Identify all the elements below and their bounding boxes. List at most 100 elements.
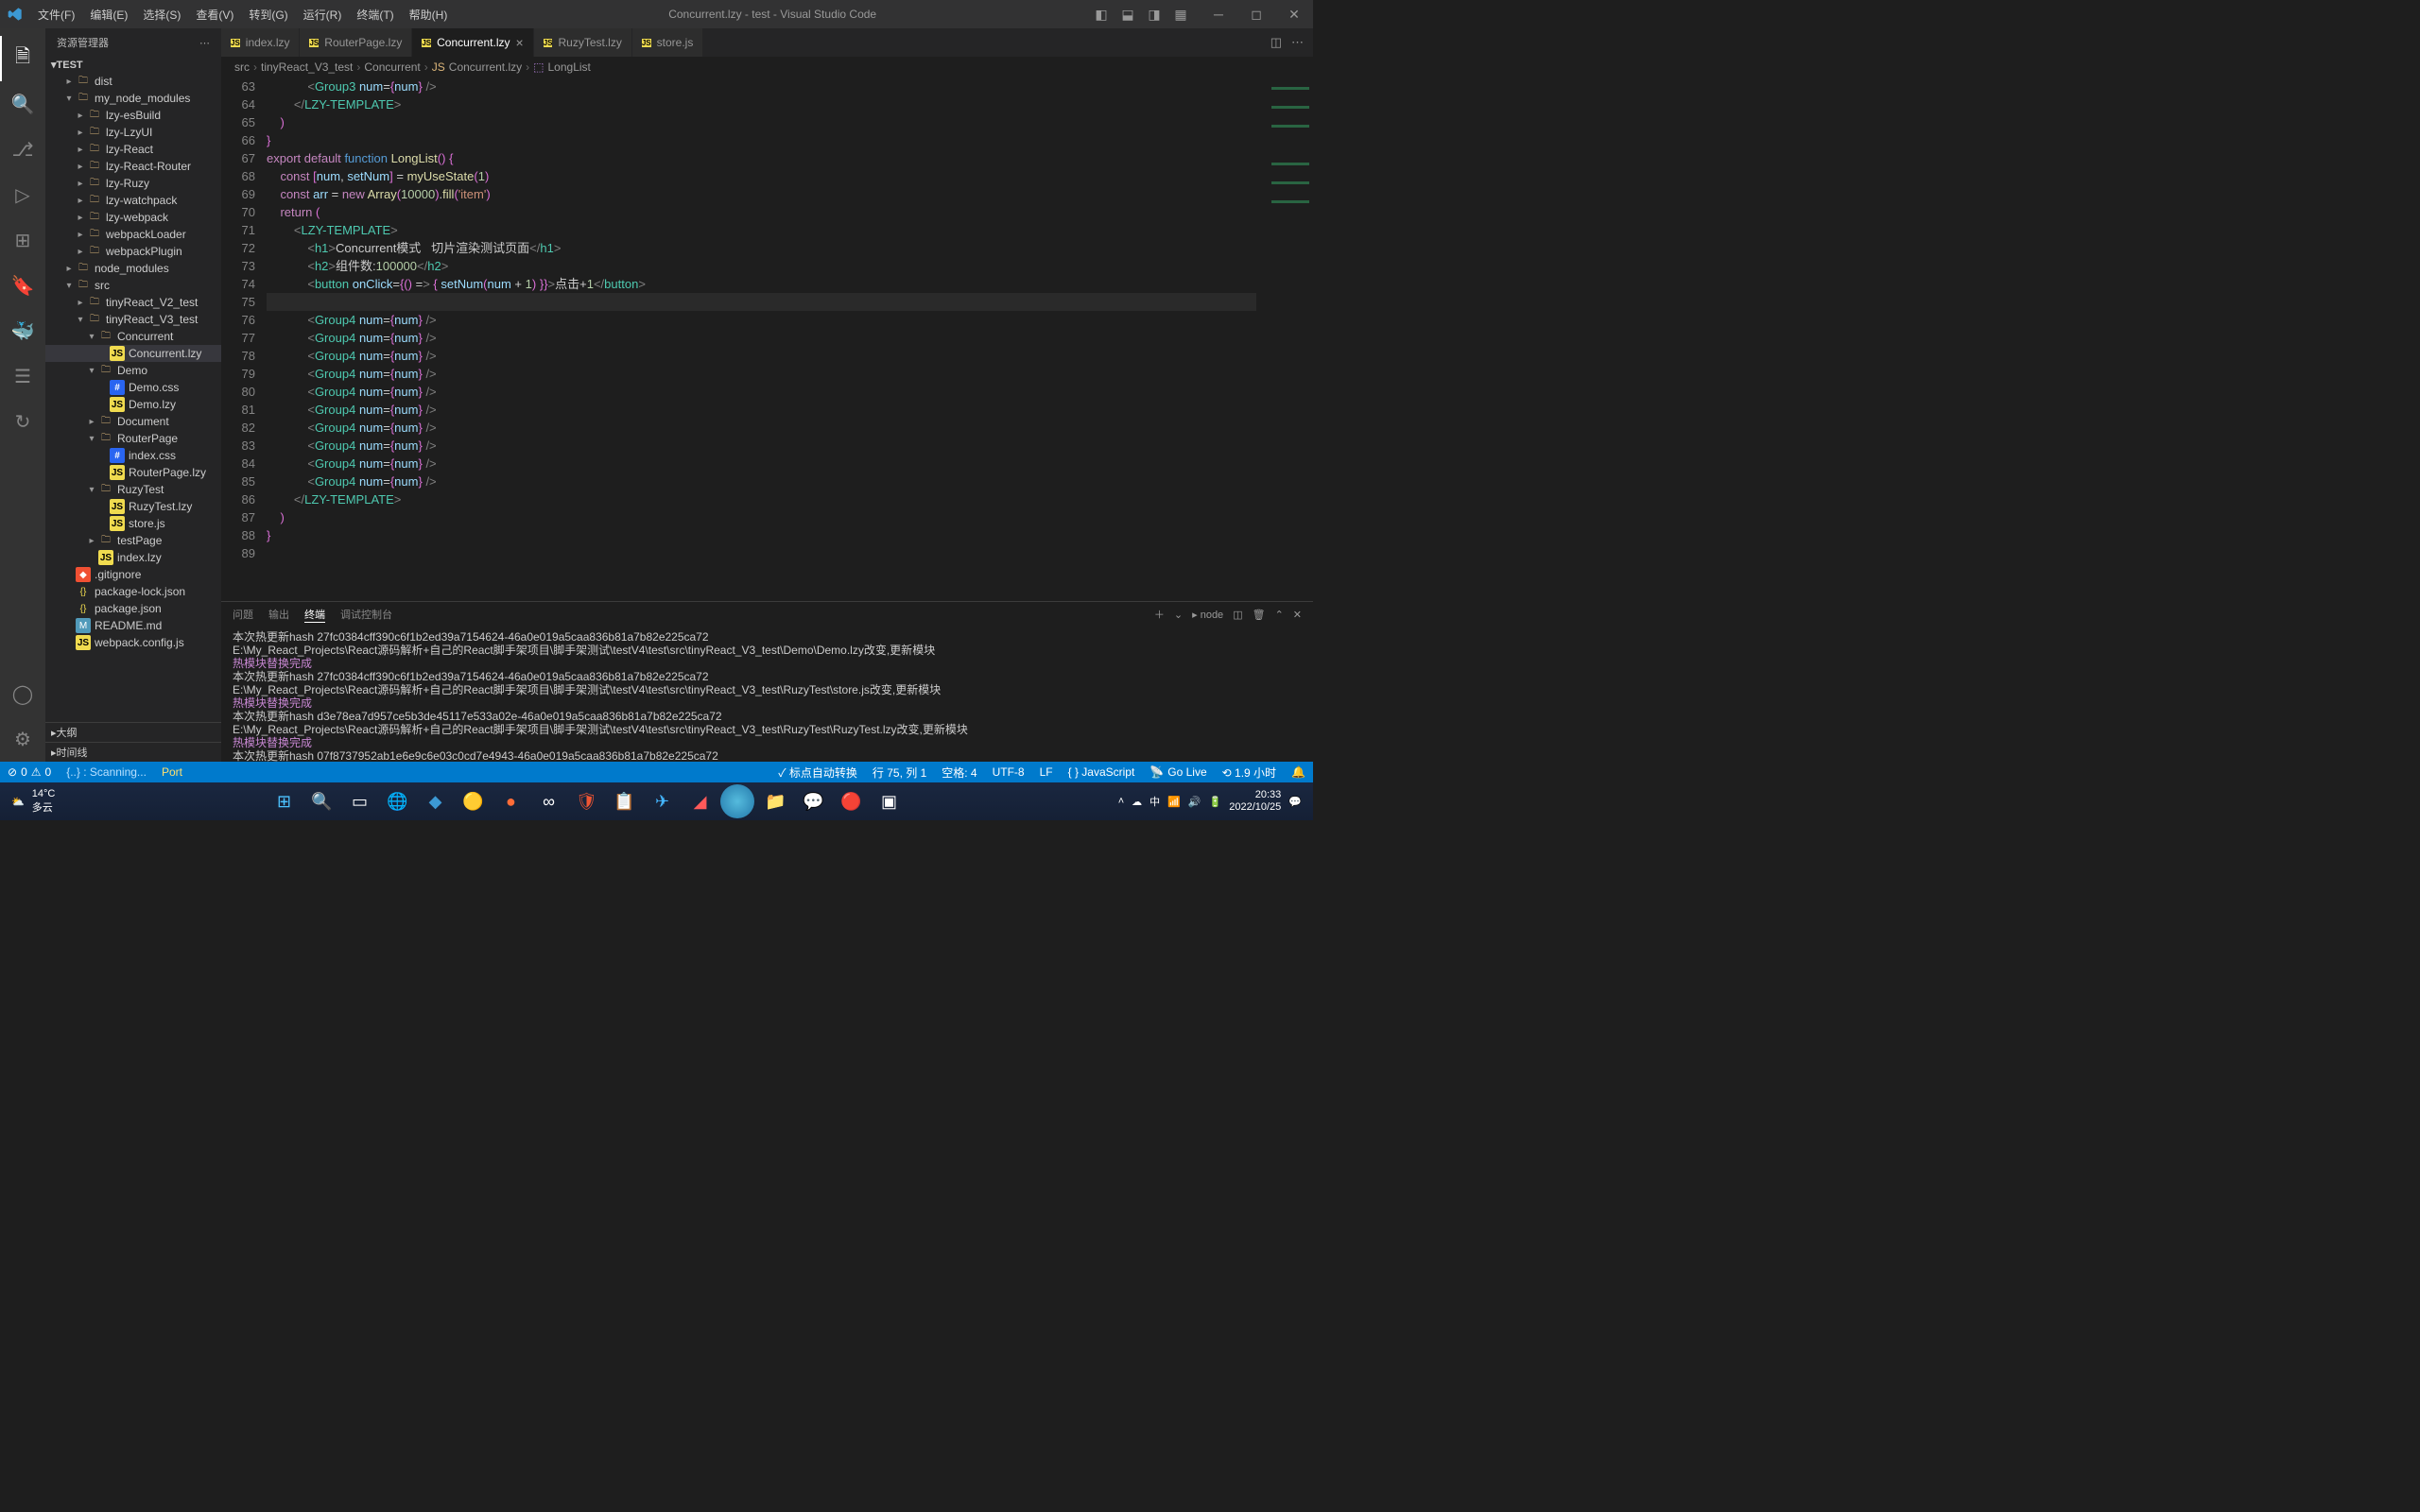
tree-item-package-json[interactable]: {}package.json — [45, 600, 221, 617]
start-button[interactable]: ⊞ — [267, 784, 301, 818]
toggle-panel-right-icon[interactable]: ◨ — [1143, 0, 1166, 28]
editor-more-icon[interactable]: ⋯ — [1291, 35, 1304, 50]
activity-docker[interactable]: 🐳 — [0, 308, 45, 353]
customize-layout-icon[interactable]: ▦ — [1169, 0, 1192, 28]
tree-item-concurrent-lzy[interactable]: JSConcurrent.lzy — [45, 345, 221, 362]
menu-edit[interactable]: 编辑(E) — [82, 0, 135, 28]
tree-item-lzy-lzyui[interactable]: ▸🗀lzy-LzyUI — [45, 124, 221, 141]
panel-tab-output[interactable]: 输出 — [268, 607, 289, 622]
search-button[interactable]: 🔍 — [304, 784, 338, 818]
menu-selection[interactable]: 选择(S) — [135, 0, 188, 28]
terminal-label[interactable]: ▸ node — [1192, 609, 1223, 621]
new-terminal-icon[interactable]: ＋ — [1154, 607, 1165, 622]
tree-item-document[interactable]: ▸🗀Document — [45, 413, 221, 430]
activity-account[interactable]: ◯ — [0, 671, 45, 716]
terminal-dropdown-icon[interactable]: ⌄ — [1174, 609, 1183, 621]
status-spaces[interactable]: 空格: 4 — [934, 762, 984, 782]
status-encoding[interactable]: UTF-8 — [985, 762, 1032, 782]
minimize-button[interactable]: ─ — [1200, 0, 1237, 28]
tree-item-dist[interactable]: ▸🗀dist — [45, 73, 221, 90]
tree-item-lzy-esbuild[interactable]: ▸🗀lzy-esBuild — [45, 107, 221, 124]
activity-history[interactable]: ↻ — [0, 399, 45, 444]
split-terminal-icon[interactable]: ◫ — [1233, 609, 1242, 621]
close-panel-icon[interactable]: ✕ — [1293, 609, 1302, 621]
tray-wifi-icon[interactable]: 📶 — [1167, 796, 1181, 808]
chrome2-icon[interactable]: 🔴 — [834, 784, 868, 818]
tray-notification-icon[interactable]: 💬 — [1288, 796, 1302, 808]
tree-item-webpackplugin[interactable]: ▸🗀webpackPlugin — [45, 243, 221, 260]
minimap[interactable] — [1256, 77, 1313, 601]
status-scanning[interactable]: {..} : Scanning... — [59, 762, 154, 782]
tree-item-node_modules[interactable]: ▸🗀node_modules — [45, 260, 221, 277]
tree-item-package-lock-json[interactable]: {}package-lock.json — [45, 583, 221, 600]
menu-view[interactable]: 查看(V) — [188, 0, 241, 28]
toggle-panel-bottom-icon[interactable]: ⬓ — [1116, 0, 1139, 28]
tree-item-ruzytest-lzy[interactable]: JSRuzyTest.lzy — [45, 498, 221, 515]
close-tab-icon[interactable]: × — [516, 35, 524, 50]
tab-concurrent-lzy[interactable]: JSConcurrent.lzy× — [412, 28, 533, 57]
tree-item-ruzytest[interactable]: ▾🗀RuzyTest — [45, 481, 221, 498]
tree-item-lzy-react[interactable]: ▸🗀lzy-React — [45, 141, 221, 158]
status-golive[interactable]: 📡 Go Live — [1142, 762, 1214, 782]
activity-settings[interactable]: ⚙ — [0, 716, 45, 762]
app-icon-4[interactable]: ✈ — [645, 784, 679, 818]
tab-store-js[interactable]: JSstore.js — [632, 28, 703, 57]
tree-item-lzy-ruzy[interactable]: ▸🗀lzy-Ruzy — [45, 175, 221, 192]
tab-index-lzy[interactable]: JSindex.lzy — [221, 28, 300, 57]
status-time-tracking[interactable]: ⟲ 1.9 小时 — [1215, 762, 1284, 782]
taskbar-clock[interactable]: 20:33 2022/10/25 — [1229, 789, 1281, 814]
tree-item-demo[interactable]: ▾🗀Demo — [45, 362, 221, 379]
activity-bookmark[interactable]: 🔖 — [0, 263, 45, 308]
panel-tab-debug-console[interactable]: 调试控制台 — [340, 607, 392, 622]
menu-file[interactable]: 文件(F) — [30, 0, 82, 28]
app-icon-5[interactable]: ◢ — [683, 784, 717, 818]
panel-tab-problems[interactable]: 问题 — [233, 607, 253, 622]
tree-item-store-js[interactable]: JSstore.js — [45, 515, 221, 532]
activity-search[interactable]: 🔍 — [0, 81, 45, 127]
menu-run[interactable]: 运行(R) — [296, 0, 350, 28]
activity-stack[interactable]: ☰ — [0, 353, 45, 399]
tree-item-tinyreact_v2_test[interactable]: ▸🗀tinyReact_V2_test — [45, 294, 221, 311]
toggle-panel-left-icon[interactable]: ◧ — [1090, 0, 1113, 28]
edge-icon[interactable]: 🌐 — [380, 784, 414, 818]
maximize-panel-icon[interactable]: ⌃ — [1275, 609, 1284, 621]
workspace-root[interactable]: ▾TEST — [45, 57, 221, 73]
tree-item-my_node_modules[interactable]: ▾🗀my_node_modules — [45, 90, 221, 107]
terminal-output[interactable]: 本次热更新hash 27fc0384cff390c6f1b2ed39a71546… — [221, 627, 1313, 762]
tree-item-testpage[interactable]: ▸🗀testPage — [45, 532, 221, 549]
tree-item-index-css[interactable]: #index.css — [45, 447, 221, 464]
split-editor-icon[interactable]: ◫ — [1270, 35, 1282, 50]
tree-item-webpack-config-js[interactable]: JSwebpack.config.js — [45, 634, 221, 651]
tab-routerpage-lzy[interactable]: JSRouterPage.lzy — [300, 28, 412, 57]
menu-terminal[interactable]: 终端(T) — [349, 0, 401, 28]
tree-item--gitignore[interactable]: ◆.gitignore — [45, 566, 221, 583]
tree-item-src[interactable]: ▾🗀src — [45, 277, 221, 294]
timeline-section[interactable]: ▸时间线 — [45, 742, 221, 762]
tray-ime-icon[interactable]: 中 — [1150, 794, 1160, 809]
app-icon-2[interactable]: 🛡 — [569, 784, 603, 818]
kill-terminal-icon[interactable]: 🗑 — [1253, 609, 1266, 621]
vscode-taskbar-icon[interactable]: ◆ — [418, 784, 452, 818]
status-line-col[interactable]: 行 75, 列 1 — [865, 762, 934, 782]
status-port[interactable]: Port — [154, 762, 190, 782]
status-autosave[interactable]: ✓ 标点自动转换 — [770, 762, 865, 782]
tree-item-lzy-watchpack[interactable]: ▸🗀lzy-watchpack — [45, 192, 221, 209]
tree-item-demo-css[interactable]: #Demo.css — [45, 379, 221, 396]
menu-go[interactable]: 转到(G) — [241, 0, 295, 28]
app-icon-6[interactable] — [720, 784, 754, 818]
status-notifications[interactable]: 🔔 — [1284, 762, 1313, 782]
status-language[interactable]: { } JavaScript — [1061, 762, 1143, 782]
tree-item-lzy-webpack[interactable]: ▸🗀lzy-webpack — [45, 209, 221, 226]
tray-battery-icon[interactable]: 🔋 — [1209, 796, 1222, 808]
breadcrumb[interactable]: src› tinyReact_V3_test› Concurrent› JS C… — [221, 57, 1313, 77]
app-icon-7[interactable]: 📁 — [758, 784, 792, 818]
chrome-icon[interactable]: 🟡 — [456, 784, 490, 818]
tree-item-webpackloader[interactable]: ▸🗀webpackLoader — [45, 226, 221, 243]
tree-item-routerpage[interactable]: ▾🗀RouterPage — [45, 430, 221, 447]
explorer-more-icon[interactable]: ⋯ — [199, 37, 210, 49]
tree-item-readme-md[interactable]: MREADME.md — [45, 617, 221, 634]
tree-item-concurrent[interactable]: ▾🗀Concurrent — [45, 328, 221, 345]
menu-help[interactable]: 帮助(H) — [402, 0, 456, 28]
status-eol[interactable]: LF — [1032, 762, 1061, 782]
tree-item-lzy-react-router[interactable]: ▸🗀lzy-React-Router — [45, 158, 221, 175]
